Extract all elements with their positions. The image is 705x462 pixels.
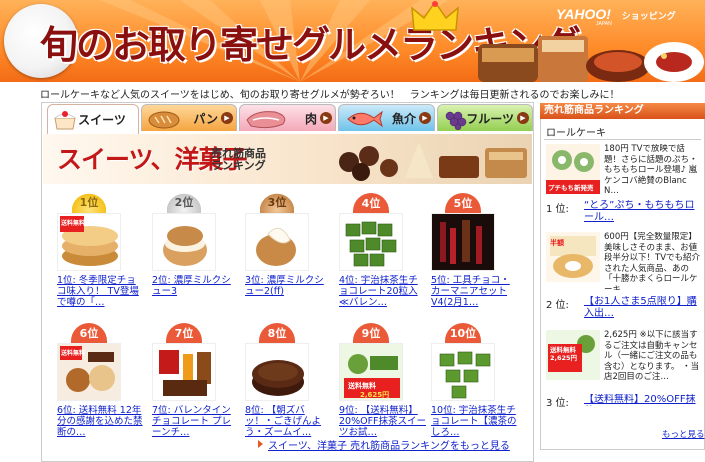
matcha-chocolate-image xyxy=(432,344,494,400)
tab-bread-label: パン xyxy=(193,111,218,126)
price-tag: 2,625円 xyxy=(360,391,390,399)
product-thumb[interactable] xyxy=(431,343,495,401)
grapes-icon xyxy=(445,111,467,130)
rank-badge: 2位 xyxy=(164,191,204,215)
product-link[interactable]: 5位: 工具チョコ・カーマニアセットV4(2月1… xyxy=(431,275,519,309)
rank-badge: 1位 xyxy=(69,191,109,215)
sidebar-rank: 1 位: xyxy=(546,204,569,215)
product-thumb[interactable] xyxy=(152,343,216,401)
product-link[interactable]: 1位: 冬季限定チョコ味入り！ TV登場で噂の「… xyxy=(57,275,145,309)
product-link[interactable]: 4位: 宇治抹茶生チョコレート20粒入≪バレン… xyxy=(339,275,427,309)
free-shipping-tag: 送料無料 xyxy=(61,350,86,357)
product-thumb[interactable] xyxy=(339,213,403,271)
sidebar-item-desc: 600円【完全数量限定】美味しさそのまま、お値段半分以下！TVでも紹介された人気… xyxy=(604,232,700,290)
tab-fish-label: 魚介 xyxy=(391,111,416,126)
product-link[interactable]: 6位: 送料無料 12年分の感謝を込めた禁断の… xyxy=(57,405,145,439)
product-link[interactable]: 7位: バレンタインチョコレート プレーンチ… xyxy=(152,405,240,439)
product-thumb[interactable]: 送料無料 xyxy=(57,343,121,401)
tab-sweets-label: スイーツ xyxy=(78,113,126,127)
sidebar-title: 売れ筋商品ランキング xyxy=(540,103,705,119)
arrow-right-icon: ▶ xyxy=(517,112,529,124)
sidebar-item-desc: 2,625円 ※以下に該当するご注文は自動キャンセル（一緒にご注文の品も含む）と… xyxy=(604,330,700,382)
banner-subtitle: 売れ筋商品 ランキング xyxy=(211,148,281,172)
sidebar-product-link[interactable]: “とろ”ぷち・もちもちロール… xyxy=(584,200,702,224)
matcha-chocolate-image xyxy=(340,214,402,270)
product-thumb[interactable] xyxy=(245,343,309,401)
sidebar-product-link[interactable]: 【送料無料】20%OFF抹茶… xyxy=(584,394,702,406)
product-link[interactable]: 10位: 宇治抹茶生チョコレート【濃茶のしろ… xyxy=(431,405,519,439)
sidebar-badge: 送料無料 2,625円 xyxy=(550,346,578,362)
arrow-right-icon: ▶ xyxy=(221,112,233,124)
sidebar-thumb[interactable]: プチもち新発売 xyxy=(546,144,600,194)
tool-chocolate-image xyxy=(432,214,494,270)
sidebar-category: ロールケーキ xyxy=(546,128,606,139)
product-link[interactable]: 8位: 【朝ズバッ！・ごきげんよう・ズームイ… xyxy=(245,405,333,439)
cream-puff-image xyxy=(153,214,215,270)
crown-icon xyxy=(411,0,459,31)
intro-text: ロールケーキなど人気のスイーツをはじめ、旬のお取り寄せグルメが勢ぞろい！ ランキ… xyxy=(40,90,620,101)
sidebar-rank: 3 位: xyxy=(546,398,569,409)
yahoo-shopping-logo[interactable]: YAHOO! JAPAN ショッピング xyxy=(556,6,676,27)
category-banner: スイーツ、洋菓子 売れ筋商品 ランキング xyxy=(43,134,532,184)
tab-meat[interactable]: 肉 ▶ xyxy=(239,104,336,131)
product-thumb[interactable] xyxy=(431,213,495,271)
gourmet-food-photo xyxy=(478,36,704,82)
tab-meat-label: 肉 xyxy=(304,111,317,126)
meat-icon xyxy=(246,111,286,129)
valentine-chocolate-image xyxy=(153,344,215,400)
arrow-right-icon: ▶ xyxy=(320,112,332,124)
product-thumb[interactable]: 送料無料 xyxy=(57,213,121,271)
product-thumb[interactable] xyxy=(152,213,216,271)
sidebar-badge: 半額 xyxy=(550,239,564,247)
sidebar-product-link[interactable]: 【お1人さま5点限り】購入出… xyxy=(584,296,702,320)
tab-fish[interactable]: 魚介 ▶ xyxy=(338,104,435,131)
sidebar-item-desc: 180円 TVで放映で話題！さらに話題のぷち・もちもちロール登場♪ 嵐ケンコバ絶… xyxy=(604,144,698,196)
sidebar-thumb[interactable]: 半額 xyxy=(546,232,600,282)
tab-sweets[interactable]: スイーツ xyxy=(47,104,139,134)
cake-icon xyxy=(54,111,76,130)
free-shipping-tag: 送料無料 xyxy=(61,220,86,227)
tab-bread[interactable]: パン ▶ xyxy=(141,104,237,131)
shopping-label: ショッピング xyxy=(621,11,676,21)
divider xyxy=(544,139,701,140)
sidebar-rank: 2 位: xyxy=(546,300,569,311)
sidebar-thumb[interactable]: 送料無料 2,625円 xyxy=(546,330,600,380)
arrow-right-icon: ▶ xyxy=(419,112,431,124)
chocolate-cake-image xyxy=(246,344,308,400)
fish-icon xyxy=(347,110,383,128)
arrow-right-icon xyxy=(258,440,263,448)
sidebar-badge: プチもち新発売 xyxy=(548,184,594,192)
sidebar-more-link[interactable]: もっと見る xyxy=(662,428,705,440)
product-thumb[interactable] xyxy=(245,213,309,271)
rank-badge: 3位 xyxy=(257,191,297,215)
tab-fruits-label: フルーツ xyxy=(466,111,514,126)
cream-puff-image xyxy=(246,214,308,270)
bread-icon xyxy=(148,111,180,129)
product-thumb[interactable]: 送料無料 2,625円 xyxy=(339,343,403,401)
yahoo-logo: YAHOO! xyxy=(556,6,611,22)
header-banner: 旬のお取り寄せグルメランキング YAHOO! JAPAN ショッピング xyxy=(0,0,705,82)
chocolate-photo xyxy=(339,142,527,181)
product-link[interactable]: 9位: 【送料無料】20%OFF抹茶スイーツお試… xyxy=(339,405,427,439)
tab-fruits[interactable]: フルーツ ▶ xyxy=(437,104,533,131)
banner-subtitle-line2: ランキング xyxy=(211,159,266,172)
product-link[interactable]: 2位: 濃厚ミルクシュー3 xyxy=(152,275,240,309)
product-link[interactable]: 3位: 濃厚ミルクシュー2(ff) xyxy=(245,275,333,309)
